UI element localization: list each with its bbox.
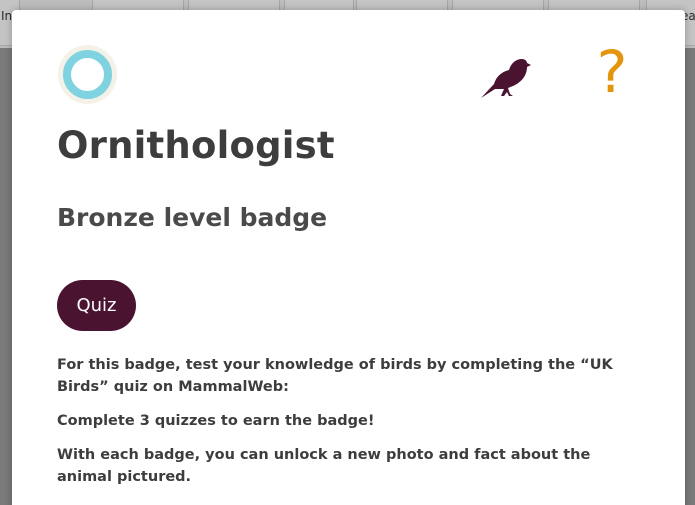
bird-icon bbox=[481, 59, 531, 98]
badge-reward-info: With each badge, you can unlock a new ph… bbox=[57, 447, 591, 485]
quiz-button[interactable]: Quiz bbox=[57, 280, 136, 331]
background-tab-label: In bbox=[1, 9, 13, 23]
badge-level-subtitle: Bronze level badge bbox=[57, 203, 328, 232]
badge-modal: ? Ornithologist Bronze level badge Quiz … bbox=[12, 10, 685, 505]
badge-description: For this badge, test your knowledge of b… bbox=[57, 357, 613, 395]
ring-icon bbox=[58, 45, 117, 104]
badge-requirement: Complete 3 quizzes to earn the badge! bbox=[57, 413, 375, 429]
badge-title: Ornithologist bbox=[57, 124, 335, 167]
question-mark-icon[interactable]: ? bbox=[595, 40, 629, 104]
